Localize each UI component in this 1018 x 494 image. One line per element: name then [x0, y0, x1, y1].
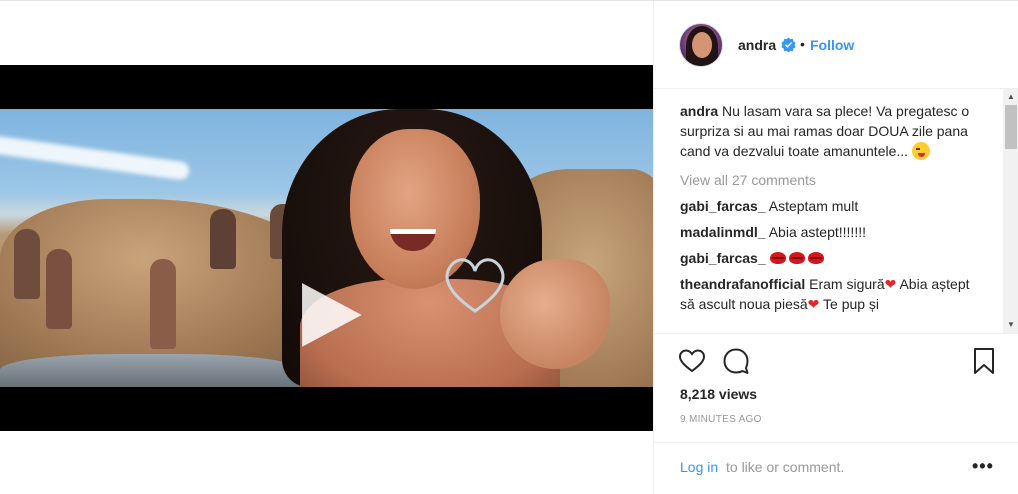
comment-text: [766, 250, 770, 266]
comment-text: Eram sigură: [805, 276, 885, 292]
media-area: [0, 1, 653, 494]
instagram-post: andra • Follow andra Nu lasam vara sa pl…: [0, 0, 1018, 494]
video-player[interactable]: [0, 65, 653, 431]
boat: [0, 354, 300, 387]
caption-username[interactable]: andra: [680, 103, 718, 119]
post-actions: 8,218 views 9 MINUTES AGO Log in to like…: [654, 333, 1018, 494]
background-person: [210, 209, 236, 269]
list-item: gabi_farcas_ Asteptam mult: [680, 196, 980, 216]
comment-text: Abia astept!!!!!!!: [765, 224, 866, 240]
heart-icon[interactable]: [678, 347, 706, 375]
lips-emoji-icon: [807, 252, 824, 264]
bookmark-icon[interactable]: [970, 347, 998, 375]
avatar[interactable]: [679, 23, 723, 67]
follow-button[interactable]: Follow: [810, 37, 854, 53]
comments-list: andra Nu lasam vara sa plece! Va pregate…: [654, 89, 1003, 333]
background-person: [46, 249, 72, 329]
view-all-comments-link[interactable]: View all 27 comments: [680, 172, 1003, 188]
play-icon[interactable]: [296, 279, 368, 351]
lips-emoji-icon: [769, 252, 786, 264]
heart-earring: [445, 258, 505, 313]
scroll-down-arrow-icon[interactable]: ▼: [1003, 317, 1018, 333]
header-username[interactable]: andra: [738, 37, 776, 53]
post-header: andra • Follow: [654, 1, 1018, 89]
wink-emoji-icon: [911, 142, 930, 160]
comment-bubble-icon[interactable]: [722, 347, 750, 375]
lips-emoji-icon: [788, 252, 805, 264]
comment-text: Asteptam mult: [765, 198, 859, 214]
post-caption: andra Nu lasam vara sa plece! Va pregate…: [680, 101, 980, 161]
comment-username[interactable]: gabi_farcas_: [680, 250, 766, 266]
login-link[interactable]: Log in: [680, 459, 718, 475]
comment-username[interactable]: theandrafanofficial: [680, 276, 805, 292]
post-side-panel: andra • Follow andra Nu lasam vara sa pl…: [653, 1, 1018, 494]
comment-text: Te pup și: [819, 296, 880, 312]
view-count: 8,218 views: [680, 386, 758, 402]
list-item: theandrafanofficial Eram sigură❤ Abia aș…: [680, 274, 980, 314]
ellipsis-icon[interactable]: •••: [972, 456, 994, 477]
comment-username[interactable]: gabi_farcas_: [680, 198, 766, 214]
comment-username[interactable]: madalinmdl_: [680, 224, 766, 240]
background-person: [14, 229, 40, 299]
post-timestamp: 9 MINUTES AGO: [680, 414, 762, 425]
list-item: madalinmdl_ Abia astept!!!!!!!: [680, 222, 980, 242]
sky-streak: [0, 135, 191, 181]
red-heart-emoji-icon: ❤: [807, 296, 820, 312]
background-person: [150, 259, 176, 349]
header-separator: •: [800, 36, 805, 52]
list-item: gabi_farcas_: [680, 248, 980, 268]
red-heart-emoji-icon: ❤: [884, 276, 897, 292]
verified-badge-icon: [781, 37, 796, 52]
comments-scrollbar[interactable]: ▲ ▼: [1003, 89, 1018, 333]
login-prompt-text: to like or comment.: [726, 459, 845, 475]
scrollbar-thumb[interactable]: [1005, 105, 1017, 149]
login-row: Log in to like or comment. •••: [654, 442, 1018, 494]
scroll-up-arrow-icon[interactable]: ▲: [1003, 89, 1018, 105]
singer-hand: [500, 259, 610, 369]
